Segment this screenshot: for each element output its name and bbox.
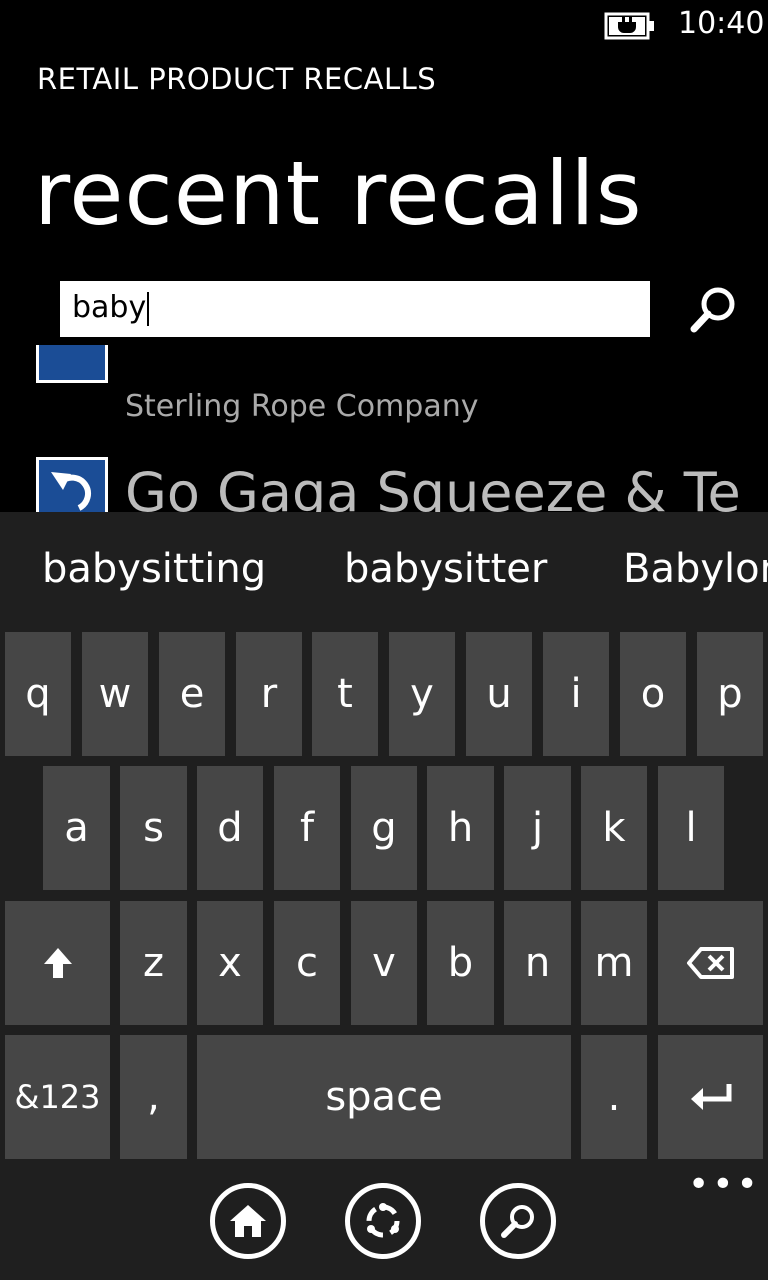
- key-y[interactable]: y: [389, 632, 455, 756]
- enter-icon[interactable]: [658, 1035, 763, 1159]
- key-w[interactable]: w: [82, 632, 148, 756]
- key-u[interactable]: u: [466, 632, 532, 756]
- suggestion-item[interactable]: Babylon: [623, 546, 768, 592]
- key-h[interactable]: h: [427, 766, 494, 890]
- key-e[interactable]: e: [159, 632, 225, 756]
- on-screen-keyboard: babysitting babysitter Babylon q w e r t…: [0, 512, 768, 1280]
- backspace-icon[interactable]: [658, 901, 763, 1025]
- key-c[interactable]: c: [274, 901, 340, 1025]
- comma-key[interactable]: ,: [120, 1035, 187, 1159]
- more-options-button[interactable]: •••: [688, 1164, 761, 1205]
- symbols-key[interactable]: &123: [5, 1035, 110, 1159]
- suggestion-item[interactable]: babysitter: [344, 546, 547, 592]
- key-b[interactable]: b: [427, 901, 494, 1025]
- key-d[interactable]: d: [197, 766, 263, 890]
- key-m[interactable]: m: [581, 901, 647, 1025]
- recall-thumbnail-icon[interactable]: [36, 345, 108, 383]
- key-o[interactable]: o: [620, 632, 686, 756]
- space-key[interactable]: space: [197, 1035, 571, 1159]
- key-r[interactable]: r: [236, 632, 302, 756]
- undo-arrow-icon[interactable]: [36, 457, 108, 512]
- search-input[interactable]: baby: [60, 281, 650, 337]
- page-title: recent recalls: [34, 142, 643, 245]
- suggestion-item[interactable]: babysitting: [42, 546, 266, 592]
- key-k[interactable]: k: [581, 766, 647, 890]
- key-l[interactable]: l: [658, 766, 724, 890]
- period-key[interactable]: .: [581, 1035, 647, 1159]
- key-z[interactable]: z: [120, 901, 187, 1025]
- status-bar: 10:40: [0, 0, 768, 50]
- key-t[interactable]: t: [312, 632, 378, 756]
- key-f[interactable]: f: [274, 766, 340, 890]
- key-x[interactable]: x: [197, 901, 263, 1025]
- word-suggestions: babysitting babysitter Babylon: [0, 512, 768, 630]
- key-i[interactable]: i: [543, 632, 609, 756]
- key-n[interactable]: n: [504, 901, 571, 1025]
- clock: 10:40: [678, 6, 765, 41]
- key-g[interactable]: g: [351, 766, 417, 890]
- search-icon[interactable]: [686, 283, 742, 339]
- key-j[interactable]: j: [504, 766, 571, 890]
- battery-charging-icon: [604, 12, 654, 40]
- app-switch-icon[interactable]: [345, 1183, 421, 1259]
- key-a[interactable]: a: [43, 766, 110, 890]
- key-v[interactable]: v: [351, 901, 417, 1025]
- shift-arrow-icon[interactable]: [5, 901, 110, 1025]
- text-caret: [147, 291, 150, 326]
- key-s[interactable]: s: [120, 766, 187, 890]
- recall-list[interactable]: Sterling Rope Company Go Gaga Squeeze & …: [0, 345, 768, 512]
- key-p[interactable]: p: [697, 632, 763, 756]
- recall-title[interactable]: Go Gaga Squeeze & Te: [125, 461, 741, 512]
- search-icon[interactable]: [480, 1183, 556, 1259]
- search-input-value: baby: [72, 290, 150, 326]
- home-icon[interactable]: [210, 1183, 286, 1259]
- recall-company[interactable]: Sterling Rope Company: [125, 389, 478, 424]
- app-title: RETAIL PRODUCT RECALLS: [37, 62, 437, 96]
- key-q[interactable]: q: [5, 632, 71, 756]
